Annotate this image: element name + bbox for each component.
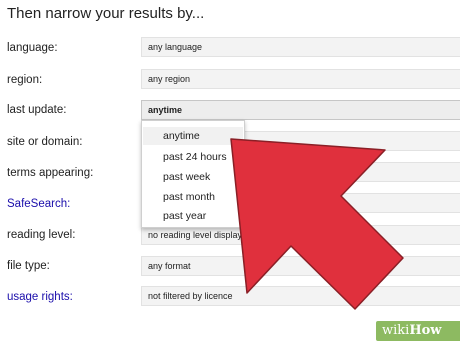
reading-level-select[interactable]: no reading level displayed <box>141 225 460 245</box>
option-past-24-hours[interactable]: past 24 hours <box>163 151 227 163</box>
region-select[interactable]: any region <box>141 69 460 89</box>
wikihow-watermark: wikiHow <box>376 321 460 341</box>
label-region: region: <box>7 74 43 86</box>
label-last-update: last update: <box>7 104 67 116</box>
usage-rights-link[interactable]: usage rights: <box>7 291 73 303</box>
language-select[interactable]: any language <box>141 37 460 57</box>
last-update-select[interactable]: anytime <box>141 100 460 120</box>
usage-rights-select[interactable]: not filtered by licence <box>141 286 460 306</box>
watermark-wiki: wiki <box>382 323 410 338</box>
file-type-select[interactable]: any format <box>141 256 460 276</box>
label-language: language: <box>7 42 58 54</box>
option-past-year[interactable]: past year <box>163 210 206 222</box>
last-update-dropdown: anytime past 24 hours past week past mon… <box>141 120 245 228</box>
label-site-or-domain: site or domain: <box>7 136 83 148</box>
label-terms-appearing: terms appearing: <box>7 167 94 179</box>
option-past-week[interactable]: past week <box>163 171 210 183</box>
label-file-type: file type: <box>7 260 50 272</box>
label-reading-level: reading level: <box>7 229 76 241</box>
safesearch-link[interactable]: SafeSearch: <box>7 198 70 210</box>
watermark-how: How <box>409 323 442 338</box>
option-past-month[interactable]: past month <box>163 191 215 203</box>
option-anytime[interactable]: anytime <box>143 127 243 145</box>
page-heading: Then narrow your results by... <box>7 5 205 22</box>
